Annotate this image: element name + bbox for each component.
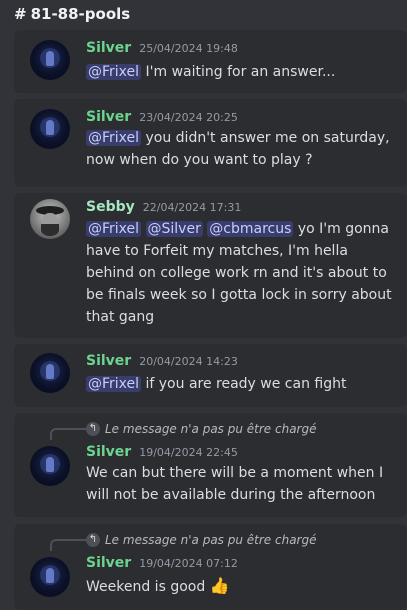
user-mention[interactable]: @cbmarcus <box>207 221 294 237</box>
user-mention[interactable]: @Frixel <box>86 64 142 80</box>
reply-arrow-icon: ↰ <box>86 533 100 547</box>
channel-name[interactable]: 81-88-pools <box>31 5 131 23</box>
author-name[interactable]: Sebby <box>86 199 135 215</box>
message-timestamp: 25/04/2024 19:48 <box>139 42 238 55</box>
avatar[interactable] <box>30 109 70 149</box>
author-name[interactable]: Silver <box>86 353 131 369</box>
message-content: @Frixel I'm waiting for an answer... <box>86 64 336 80</box>
avatar[interactable] <box>30 40 70 80</box>
author-name[interactable]: Silver <box>86 555 131 571</box>
message-timestamp: 19/04/2024 07:12 <box>139 557 238 570</box>
message-content: @Frixel you didn't answer me on saturday… <box>86 130 390 168</box>
author-name[interactable]: Silver <box>86 40 131 56</box>
user-mention[interactable]: @Frixel <box>86 376 142 392</box>
message-timestamp: 20/04/2024 14:23 <box>139 355 238 368</box>
avatar[interactable] <box>30 557 70 597</box>
message-timestamp: 22/04/2024 17:31 <box>142 201 242 214</box>
reply-notice[interactable]: Le message n'a pas pu être chargé <box>105 533 316 547</box>
channel-header: # 81-88-pools <box>0 0 407 26</box>
user-mention[interactable]: @Silver <box>145 221 203 237</box>
message-timestamp: 19/04/2024 22:45 <box>139 446 238 459</box>
avatar[interactable] <box>30 446 70 486</box>
author-name[interactable]: Silver <box>86 109 131 125</box>
thumbs-up-emoji: 👍 <box>209 576 230 595</box>
user-mention[interactable]: @Frixel <box>86 221 142 237</box>
message-content: Weekend is good 👍 <box>86 576 230 595</box>
message-item[interactable]: Sebby 22/04/2024 17:31 @Frixel @Silver @… <box>14 193 407 338</box>
message-content: @Frixel if you are ready we can fight <box>86 376 347 392</box>
message-item[interactable]: ↰ Le message n'a pas pu être chargé Silv… <box>14 524 407 610</box>
reply-connector <box>50 428 86 440</box>
avatar[interactable] <box>30 199 70 239</box>
message-item[interactable]: ↰ Le message n'a pas pu être chargé Silv… <box>14 413 407 517</box>
reply-notice[interactable]: Le message n'a pas pu être chargé <box>105 422 316 436</box>
message-content: We can but there will be a moment when I… <box>86 465 384 503</box>
reply-arrow-icon: ↰ <box>86 422 100 436</box>
author-name[interactable]: Silver <box>86 444 131 460</box>
message-item[interactable]: Silver 23/04/2024 20:25 @Frixel you didn… <box>14 99 407 187</box>
channel-hash-icon: # <box>14 5 27 23</box>
message-item[interactable]: Silver 20/04/2024 14:23 @Frixel if you a… <box>14 344 407 407</box>
message-content: @Frixel @Silver @cbmarcus yo I'm gonna h… <box>86 221 392 325</box>
message-item[interactable]: Silver 25/04/2024 19:48 @Frixel I'm wait… <box>14 30 407 93</box>
reply-connector <box>50 539 86 551</box>
user-mention[interactable]: @Frixel <box>86 130 142 146</box>
message-timestamp: 23/04/2024 20:25 <box>139 111 238 124</box>
avatar[interactable] <box>30 353 70 393</box>
